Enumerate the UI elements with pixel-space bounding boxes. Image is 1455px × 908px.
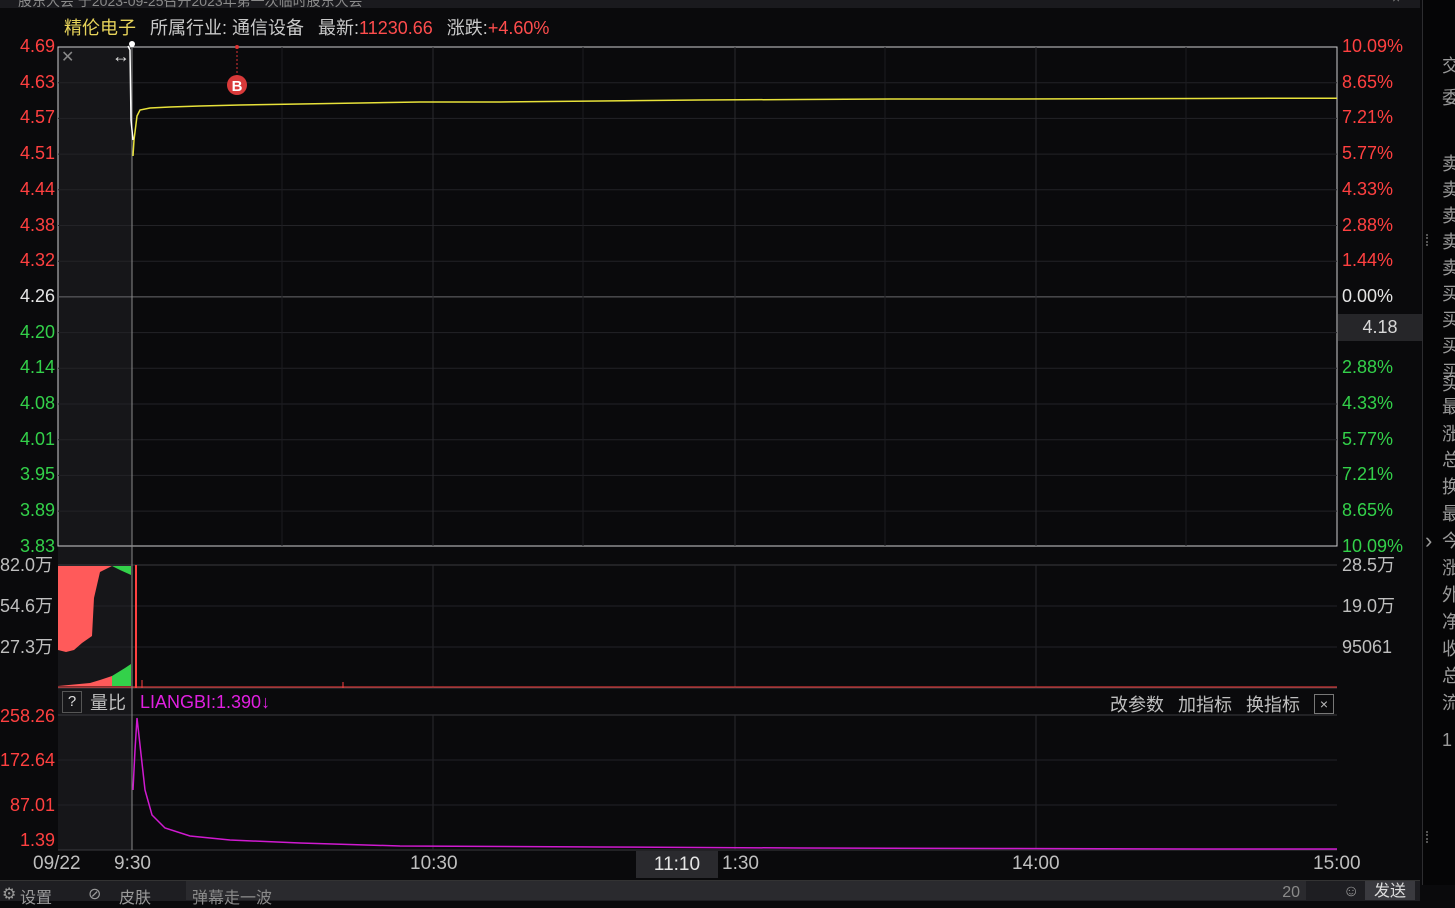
time-tick: 15:00 [1313, 853, 1361, 874]
indicator-tick-label: 1.39 [19, 830, 55, 850]
volume-tick-label: 54.6万 [0, 596, 54, 616]
sidebar-label[interactable]: 总 [1442, 446, 1455, 472]
pct-tick-label: 5.77% [1342, 428, 1394, 449]
skin-icon[interactable]: ⊘ [88, 884, 101, 904]
pct-tick-label: 8.65% [1342, 71, 1394, 92]
sidebar-label[interactable]: 交 [1442, 52, 1455, 78]
sidebar-label[interactable]: 卖 [1442, 202, 1455, 228]
price-tick-label: 4.69 [19, 36, 55, 56]
indicator-name[interactable]: 量比 [90, 689, 126, 715]
sidebar-label[interactable]: 净 [1442, 608, 1455, 634]
price-tick-label: 4.44 [19, 178, 55, 199]
price-tick-label: 4.01 [19, 428, 55, 449]
settings-button[interactable]: 设置 [20, 884, 52, 908]
volume-tick-label: 19.0万 [1342, 596, 1396, 616]
sidebar-drag-handle[interactable] [1426, 831, 1432, 843]
indicator-actions: 改参数 加指标 换指标 × [1110, 691, 1334, 717]
price-tick-label: 4.20 [19, 321, 55, 342]
sidebar-label[interactable]: 卖 [1442, 228, 1455, 254]
volume-tick-label: 28.5万 [1342, 555, 1396, 575]
volume-tick-label: 27.3万 [0, 637, 54, 657]
help-icon[interactable]: ? [62, 691, 82, 713]
sidebar-label[interactable]: 外 [1442, 581, 1455, 607]
sidebar-label[interactable]: 卖 [1442, 150, 1455, 176]
sidebar-label[interactable]: 最 [1442, 500, 1455, 526]
pct-tick-label: 2.88% [1342, 214, 1394, 235]
pct-tick-label: 7.21% [1342, 107, 1394, 128]
price-tick-label: 4.32 [19, 250, 55, 271]
close-icon[interactable]: ✕ [61, 47, 74, 67]
char-count: 20 [1282, 884, 1300, 901]
price-tick-label: 4.14 [19, 357, 55, 378]
price-tick-label: 3.89 [19, 500, 55, 521]
sidebar-label[interactable]: 卖 [1442, 254, 1455, 280]
settings-gear-icon[interactable]: ⚙ [2, 884, 16, 904]
sidebar-label[interactable]: 1 [1442, 730, 1455, 751]
time-tick: 1:30 [722, 853, 759, 874]
time-cursor-label: 11:10 [636, 851, 718, 878]
indicator-grid [58, 715, 1337, 850]
current-price-tag: 4.18 [1338, 314, 1422, 341]
danmaku-input[interactable]: 弹幕走一波 20 [186, 881, 1306, 907]
emoji-icon[interactable]: ☺ [1343, 883, 1359, 901]
sidebar-label[interactable]: 买 [1442, 280, 1455, 306]
indicator-close-button[interactable]: × [1314, 694, 1334, 714]
sidebar-label[interactable]: 总 [1442, 662, 1455, 688]
indicator-tick-label: 172.64 [0, 750, 56, 770]
resize-cursor-icon[interactable]: ↔ [112, 46, 130, 67]
sidebar-label[interactable]: 今 [1442, 527, 1455, 553]
price-tick-label: 4.57 [19, 107, 55, 128]
sidebar-label[interactable]: 收 [1442, 635, 1455, 661]
send-button[interactable]: 发送 [1365, 881, 1415, 900]
pct-tick-label: 7.21% [1342, 464, 1394, 485]
price-tick-label: 3.83 [19, 535, 55, 556]
buy-marker-pin [235, 45, 239, 49]
sidebar-label[interactable]: 涨 [1442, 420, 1455, 446]
sidebar-label[interactable]: 换 [1442, 473, 1455, 499]
pct-tick-label: 4.33% [1342, 393, 1394, 413]
sidebar-drag-handle[interactable] [1426, 234, 1432, 246]
skin-button[interactable]: 皮肤 [119, 884, 151, 908]
time-tick: 14:00 [1012, 853, 1060, 874]
sidebar-label[interactable]: 买 [1442, 332, 1455, 358]
indicator-value: LIANGBI:1.390↓ [140, 691, 271, 712]
sidebar-label[interactable]: 最 [1442, 393, 1455, 419]
pct-tick-label: 10.09% [1342, 535, 1404, 556]
time-tick: 9:30 [114, 853, 151, 874]
indicator-tick-label: 258.26 [0, 706, 56, 726]
pct-tick-label: 4.33% [1342, 178, 1394, 199]
price-tick-label: 4.51 [19, 143, 55, 164]
buy-marker-label: B [232, 78, 243, 95]
pct-tick-label: 10.09% [1342, 36, 1404, 56]
sidebar-label[interactable]: 卖 [1442, 176, 1455, 202]
price-tick-label: 4.08 [19, 393, 55, 413]
sidebar-label[interactable]: 委 [1442, 84, 1455, 110]
switch-indicator-button[interactable]: 换指标 [1246, 691, 1300, 717]
indicator-tick-label: 87.01 [9, 795, 55, 815]
sidebar-label[interactable]: 涨 [1442, 554, 1455, 580]
price-grid [58, 47, 1337, 546]
add-indicator-button[interactable]: 加指标 [1178, 691, 1232, 717]
volume-grid [58, 565, 1337, 688]
premarket-panel [58, 47, 132, 850]
time-axis-date: 09/22 [33, 853, 81, 874]
volume-tick-label: 95061 [1342, 637, 1393, 657]
pct-tick-label: 0.00% [1342, 285, 1394, 306]
price-tick-label: 3.95 [19, 464, 55, 485]
time-tick: 10:30 [410, 853, 458, 874]
price-tick-label: 4.63 [19, 71, 55, 92]
sidebar-expand-icon[interactable]: › [1425, 528, 1432, 554]
sidebar-label[interactable]: 流 [1442, 689, 1455, 715]
edit-params-button[interactable]: 改参数 [1110, 691, 1164, 717]
sidebar-label[interactable]: 买 [1442, 306, 1455, 332]
pct-tick-label: 1.44% [1342, 250, 1394, 271]
danmaku-placeholder: 弹幕走一波 [192, 890, 273, 907]
pct-tick-label: 5.77% [1342, 143, 1394, 164]
intraday-chart[interactable]: B [0, 0, 1455, 900]
pct-tick-label: 2.88% [1342, 357, 1394, 378]
price-tick-label: 4.38 [19, 214, 55, 235]
price-tick-label: 4.26 [19, 285, 55, 306]
volume-tick-label: 82.0万 [0, 555, 54, 575]
pct-tick-label: 8.65% [1342, 500, 1394, 521]
